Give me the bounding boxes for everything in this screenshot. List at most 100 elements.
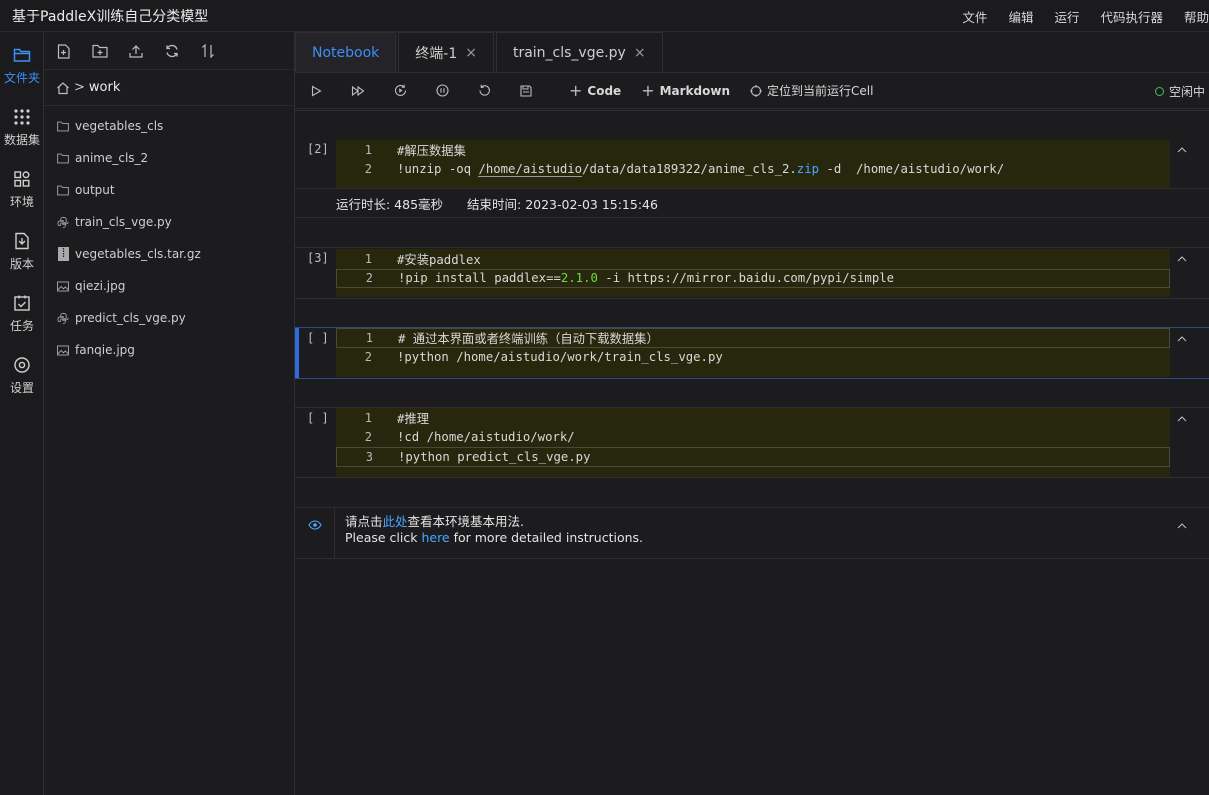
tab-label: train_cls_vge.py — [512, 44, 626, 61]
file-item[interactable]: train_cls_vge.py — [44, 206, 294, 238]
menu-help[interactable]: 帮助 — [1184, 7, 1209, 26]
folder-icon — [57, 152, 69, 164]
code-editor[interactable]: 1 #推理 2 !cd /home/aistudio/work/ 3 !pyth… — [336, 408, 1170, 477]
tab-train-script[interactable]: train_cls_vge.py × — [495, 32, 663, 72]
line-number: 3 — [365, 449, 373, 464]
add-code-button[interactable]: + Code — [569, 81, 621, 100]
sort-icon[interactable] — [200, 43, 216, 59]
code-text: !unzip -oq /home/aistudio/data/data18932… — [397, 162, 1005, 178]
new-file-icon[interactable] — [56, 43, 72, 59]
archive-icon — [57, 247, 69, 261]
cell-prompt: [ ] — [307, 411, 329, 425]
run-icon[interactable] — [309, 84, 323, 98]
activity-folder[interactable]: 文件夹 — [0, 33, 44, 95]
cell-prompt: [2] — [307, 142, 329, 156]
run-duration: 运行时长: 485毫秒 — [336, 197, 444, 212]
activity-dataset[interactable]: 数据集 — [0, 95, 44, 157]
code-editor[interactable]: 1 #解压数据集 2 !unzip -oq /home/aistudio/dat… — [336, 140, 1170, 188]
collapse-chevron-icon[interactable] — [1177, 251, 1187, 262]
add-markdown-button[interactable]: + Markdown — [641, 81, 730, 100]
info-text: for more detailed instructions. — [449, 530, 644, 545]
add-code-label: Code — [587, 83, 622, 98]
menu-edit[interactable]: 编辑 — [1008, 7, 1033, 26]
notebook-cell[interactable]: [3] 1 #安装paddlex 2 !pip install paddlex=… — [295, 247, 1209, 298]
settings-icon — [12, 355, 32, 375]
save-icon[interactable] — [519, 84, 533, 98]
info-link-zh[interactable]: 此处 — [383, 514, 408, 529]
code-editor[interactable]: 1 #安装paddlex 2 !pip install paddlex==2.1… — [336, 249, 1170, 297]
line-number: 2 — [365, 271, 373, 286]
collapse-chevron-icon[interactable] — [1177, 518, 1187, 532]
file-item[interactable]: output — [44, 174, 294, 206]
interrupt-icon[interactable] — [435, 84, 449, 98]
tab-notebook[interactable]: Notebook — [295, 32, 397, 72]
cell-divider — [295, 247, 1209, 248]
refresh-icon[interactable] — [164, 43, 180, 59]
tab-terminal[interactable]: 终端-1 × — [398, 32, 494, 72]
tab-label: Notebook — [312, 44, 380, 61]
activity-settings[interactable]: 设置 — [0, 343, 44, 405]
breadcrumb: > work — [44, 70, 294, 106]
run-all-icon[interactable] — [351, 84, 365, 98]
code-text: #解压数据集 — [397, 143, 466, 158]
activity-task[interactable]: 任务 — [0, 281, 44, 343]
cell-divider — [295, 477, 1209, 478]
menu-file[interactable]: 文件 — [962, 7, 987, 26]
code-text: !cd /home/aistudio/work/ — [397, 430, 575, 445]
folder-icon — [57, 184, 69, 196]
activity-version[interactable]: 版本 — [0, 219, 44, 281]
collapse-chevron-icon[interactable] — [1177, 142, 1187, 153]
info-link-en[interactable]: here — [421, 530, 449, 545]
file-item[interactable]: predict_cls_vge.py — [44, 302, 294, 334]
file-name: vegetables_cls.tar.gz — [75, 247, 201, 261]
notebook-toolbar: + Code + Markdown 定位到当前运行Cell 空闲中 — [295, 73, 1209, 109]
eye-icon[interactable] — [308, 519, 322, 531]
close-icon[interactable]: × — [465, 45, 477, 61]
notebook-cell[interactable]: [2] 1 #解压数据集 2 !unzip -oq /home/aistudio… — [295, 138, 1209, 218]
file-item[interactable]: vegetables_cls — [44, 110, 294, 142]
locate-icon — [750, 84, 762, 97]
file-name: qiezi.jpg — [75, 279, 126, 293]
notebook-cell-selected[interactable]: [ ] 1 # 通过本界面或者终端训练（自动下载数据集） 2 !python /… — [295, 327, 1209, 378]
menu-kernel[interactable]: 代码执行器 — [1100, 7, 1163, 26]
code-line: 2 !python /home/aistudio/work/train_cls_… — [336, 348, 1170, 368]
file-item[interactable]: vegetables_cls.tar.gz — [44, 238, 294, 270]
line-number: 1 — [365, 330, 373, 345]
code-editor[interactable]: 1 # 通过本界面或者终端训练（自动下载数据集） 2 !python /home… — [336, 328, 1170, 377]
code-token: !unzip -oq — [397, 162, 479, 177]
breadcrumb-dir[interactable]: work — [89, 80, 120, 95]
python-file-icon — [57, 312, 69, 324]
close-icon[interactable]: × — [634, 45, 646, 61]
folder-icon — [12, 45, 32, 65]
activity-label: 文件夹 — [3, 71, 40, 85]
menu-run[interactable]: 运行 — [1054, 7, 1079, 26]
home-icon[interactable] — [56, 81, 70, 95]
code-line: 3 !python predict_cls_vge.py — [336, 447, 1170, 467]
new-folder-icon[interactable] — [92, 43, 108, 59]
cell-gutter — [295, 508, 335, 559]
code-token: -d /home/aistudio/work/ — [819, 162, 1005, 177]
tab-bar: Notebook 终端-1 × train_cls_vge.py × — [295, 32, 1209, 73]
code-line: 2 !pip install paddlex==2.1.0 -i https:/… — [336, 268, 1170, 288]
collapse-chevron-icon[interactable] — [1177, 411, 1187, 422]
code-token: /data/data189322/anime_cls_2. — [582, 162, 797, 177]
collapse-chevron-icon[interactable] — [1177, 331, 1187, 342]
image-file-icon — [57, 280, 69, 292]
file-item[interactable]: fanqie.jpg — [44, 334, 294, 366]
end-time: 结束时间: 2023-02-03 15:15:46 — [467, 197, 658, 212]
kernel-status-label: 空闲中 — [1168, 84, 1205, 99]
notebook-cell[interactable]: [ ] 1 #推理 2 !cd /home/aistudio/work/ 3 !… — [295, 407, 1209, 477]
locate-running-cell-button[interactable]: 定位到当前运行Cell — [750, 82, 873, 99]
restart-run-icon[interactable] — [393, 84, 407, 98]
environment-icon — [12, 169, 32, 189]
restart-icon[interactable] — [477, 84, 491, 98]
code-text: !pip install paddlex==2.1.0 -i https://m… — [398, 271, 894, 285]
activity-environment[interactable]: 环境 — [0, 157, 44, 219]
file-item[interactable]: qiezi.jpg — [44, 270, 294, 302]
upload-icon[interactable] — [128, 43, 144, 59]
markdown-cell[interactable]: 请点击此处查看本环境基本用法. Please click here for mo… — [295, 507, 1209, 559]
cell-divider — [295, 298, 1209, 299]
file-item[interactable]: anime_cls_2 — [44, 142, 294, 174]
code-text: !python predict_cls_vge.py — [398, 449, 591, 464]
code-token: -i https://mirror.baidu.com/pypi/simple — [597, 271, 895, 286]
